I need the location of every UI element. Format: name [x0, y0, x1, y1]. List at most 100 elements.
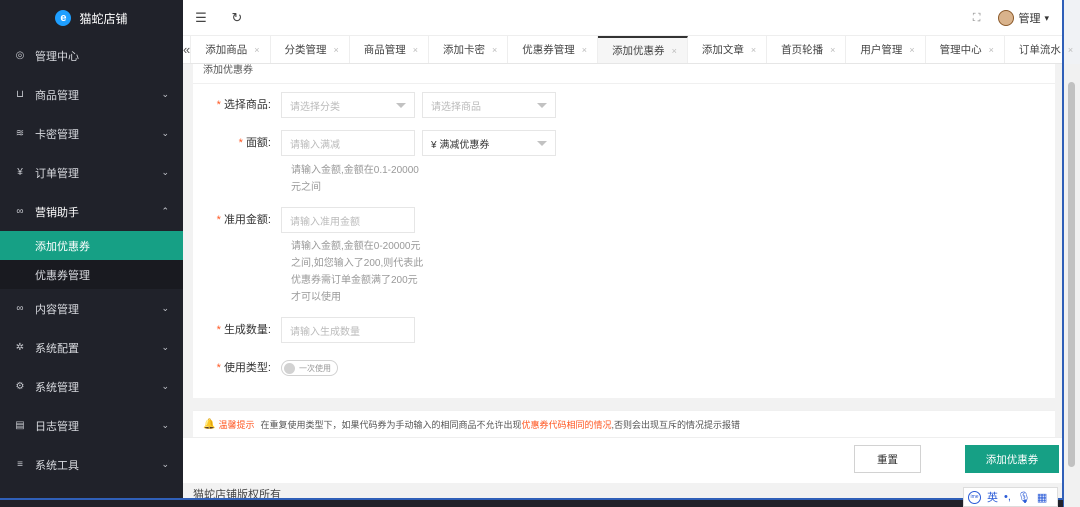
close-icon[interactable]: × [830, 45, 835, 55]
mic-icon[interactable]: 🎙 [1017, 491, 1031, 504]
sidebar-item-products[interactable]: ⊔ 商品管理 ⌄ [0, 75, 183, 114]
row-select-product: * 选择商品: 请选择分类 请选择商品 [193, 92, 556, 118]
min-label: 准用金额: [223, 214, 271, 226]
tab-add-product[interactable]: 添加商品 × [191, 36, 271, 63]
amount-input[interactable]: 请输入满减 [281, 130, 415, 156]
gear-icon: ✲ [15, 342, 25, 353]
close-icon[interactable]: × [751, 45, 756, 55]
sidebar-item-label: 系统配置 [35, 342, 79, 355]
sidebar-item-dashboard[interactable]: ◎ 管理中心 [0, 36, 183, 75]
sidebar-item-content[interactable]: ∞ 内容管理 ⌄ [0, 289, 183, 328]
switch-knob [284, 362, 295, 374]
tab-user-management[interactable]: 用户管理 × [846, 36, 926, 63]
document-icon: ▤ [15, 420, 25, 431]
count-input[interactable]: 请输入生成数量 [281, 317, 415, 343]
sidebar-item-cards[interactable]: ≋ 卡密管理 ⌄ [0, 114, 183, 153]
tab-add-coupon[interactable]: 添加优惠券 × [598, 36, 688, 63]
close-icon[interactable]: × [334, 45, 339, 55]
sidebar-item-system-config[interactable]: ✲ 系统配置 ⌄ [0, 328, 183, 367]
chevron-down-icon: ⌄ [161, 459, 169, 469]
dot-icon[interactable]: •, [1004, 491, 1011, 503]
min-amount-input[interactable]: 请输入准用金额 [281, 207, 415, 233]
brand[interactable]: e 猫蛇店铺 [0, 0, 183, 36]
tab-category-management[interactable]: 分类管理 × [271, 36, 350, 63]
sidebar-subitem-coupon-management[interactable]: 优惠券管理 [0, 260, 183, 289]
close-icon[interactable]: × [672, 46, 677, 56]
tab-home-carousel[interactable]: 首页轮播 × [767, 36, 847, 63]
caret-down-icon [396, 102, 406, 108]
menu-toggle-icon[interactable]: ☰ [183, 10, 219, 26]
tab-label: 订单流水 [1018, 44, 1061, 56]
page-tabs: « 添加商品 × 分类管理 × 商品管理 × 添加卡密 × 优惠券管理 × 添加优惠券 × … [183, 36, 1073, 64]
tab-product-management[interactable]: 商品管理 × [350, 36, 430, 63]
close-icon[interactable]: × [909, 45, 914, 55]
tab-coupon-management[interactable]: 优惠券管理 × [508, 36, 599, 63]
amount-label: 面额: [245, 137, 271, 149]
tab-label: 用户管理 [860, 44, 903, 56]
sidebar-item-system-tools[interactable]: ≡ 系统工具 ⌄ [0, 445, 183, 484]
header-right: ⛶ 管理 ▾ [973, 0, 1049, 36]
tab-label: 商品管理 [363, 44, 406, 56]
chevron-down-icon: ⌄ [161, 89, 169, 99]
close-icon[interactable]: × [254, 45, 259, 55]
cart-icon: ⊔ [16, 89, 24, 100]
tab-label: 添加优惠券 [612, 45, 665, 57]
field-label: * 使用类型: [193, 355, 281, 381]
chevron-down-icon: ⌄ [161, 167, 169, 177]
sidebar-item-system-management[interactable]: ⚙ 系统管理 ⌄ [0, 367, 183, 406]
tab-order-flow[interactable]: 订单流水 × [1005, 36, 1080, 63]
reset-button[interactable]: 重置 [854, 445, 921, 473]
tab-dashboard[interactable]: 管理中心 × [926, 36, 1005, 63]
scrollbar[interactable] [1063, 64, 1080, 507]
tab-label: 管理中心 [939, 44, 982, 56]
close-icon[interactable]: × [413, 45, 418, 55]
sidebar-item-label: 卡密管理 [35, 128, 79, 141]
close-icon[interactable]: × [1068, 45, 1073, 55]
form-actions: 重置 添加优惠券 [183, 437, 1063, 483]
sidebar-item-marketing[interactable]: ∞ 营销助手 ⌃ [0, 192, 183, 231]
sidebar-item-logs[interactable]: ▤ 日志管理 ⌄ [0, 406, 183, 445]
ime-lang[interactable]: 英 [987, 489, 998, 505]
product-placeholder: 请选择商品 [431, 101, 481, 113]
coupon-type-select[interactable]: ¥ 满减优惠券 [422, 130, 556, 156]
sidebar-subitem-add-coupon[interactable]: 添加优惠券 [0, 231, 183, 260]
grid-icon[interactable]: ▦ [1037, 491, 1047, 504]
admin-menu[interactable]: 管理 ▾ [998, 10, 1049, 26]
tab-label: 添加文章 [701, 44, 744, 56]
caret-down-icon [537, 102, 547, 108]
sidebar-item-label: 系统管理 [35, 381, 79, 394]
ime-toolbar[interactable]: ime 英 •, 🎙 ▦ [963, 487, 1058, 507]
row-min-amount: * 准用金额: 请输入准用金额 [193, 207, 415, 233]
sidebar-item-label: 商品管理 [35, 89, 79, 102]
usage-label: 使用类型: [223, 362, 271, 374]
category-placeholder: 请选择分类 [290, 101, 340, 113]
product-select[interactable]: 请选择商品 [422, 92, 556, 118]
notice-tip: 温馨提示 [218, 420, 255, 430]
sliders-icon: ≡ [17, 459, 23, 470]
close-icon[interactable]: × [582, 45, 587, 55]
sidebar-item-orders[interactable]: ¥ 订单管理 ⌄ [0, 153, 183, 192]
tabs-prev-icon[interactable]: « [183, 36, 192, 63]
amount-hint: 请输入金额,金额在0.1-20000元之间 [291, 165, 419, 193]
sidebar: e 猫蛇店铺 ◎ 管理中心 ⊔ 商品管理 ⌄ ≋ 卡密管理 ⌄ ¥ 订单管理 ⌄… [0, 0, 183, 507]
notice-text-before: 在重复使用类型下，如果代码券为手动输入的相同商品不允许出现 [260, 420, 522, 430]
category-select[interactable]: 请选择分类 [281, 92, 415, 118]
field-label: * 选择商品: [193, 92, 281, 118]
row-amount: * 面额: 请输入满减 ¥ 满减优惠券 [193, 130, 556, 156]
close-icon[interactable]: × [492, 45, 497, 55]
scrollbar-thumb[interactable] [1068, 82, 1075, 467]
close-icon[interactable]: × [989, 45, 994, 55]
brand-logo-icon: e [55, 10, 72, 26]
usage-type-switch[interactable]: 一次使用 [281, 360, 338, 376]
sidebar-item-label: 日志管理 [35, 420, 79, 433]
tab-add-article[interactable]: 添加文章 × [688, 36, 768, 63]
refresh-icon[interactable]: ↻ [219, 10, 255, 26]
add-coupon-button[interactable]: 添加优惠券 [965, 445, 1059, 473]
yen-icon: ¥ [17, 167, 23, 178]
fullscreen-icon[interactable]: ⛶ [973, 12, 981, 25]
tab-add-card[interactable]: 添加卡密 × [429, 36, 509, 63]
field-label: * 生成数量: [193, 317, 281, 343]
chevron-down-icon: ⌄ [161, 342, 169, 352]
usage-switch-text: 一次使用 [299, 363, 331, 373]
sidebar-item-label: 系统工具 [35, 459, 79, 472]
